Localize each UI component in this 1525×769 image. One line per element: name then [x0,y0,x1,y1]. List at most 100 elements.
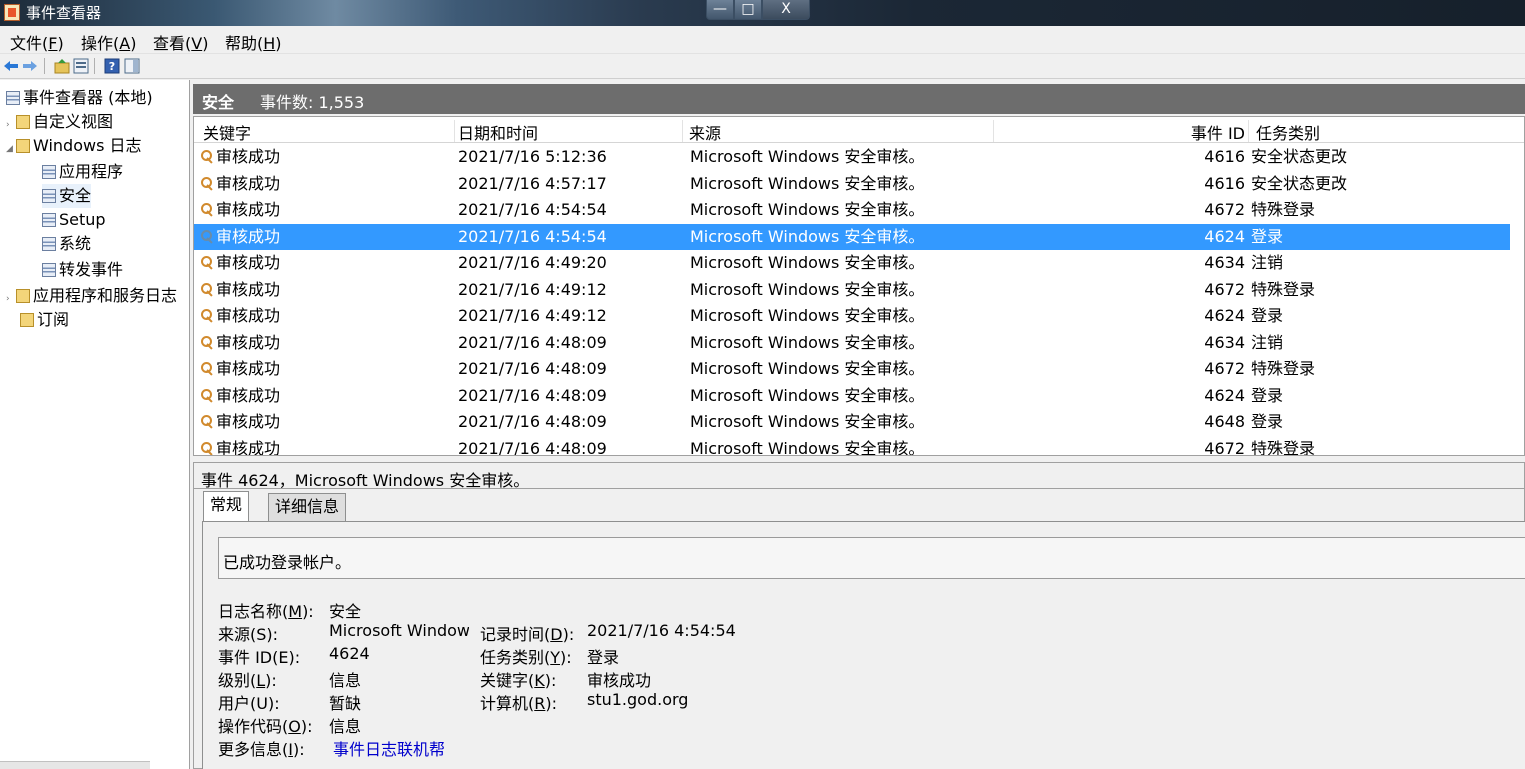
svg-text:?: ? [109,60,115,73]
source-cell: Microsoft Windows 安全审核。 [690,359,925,378]
tree-item-windows-logs[interactable]: ◢ Windows 日志 [6,134,142,158]
table-row[interactable]: 审核成功 2021/7/16 4:49:20 Microsoft Windows 安… [194,250,1510,277]
help-icon[interactable]: ? [104,58,120,74]
source-value: Microsoft Windows security auditing. [329,621,469,640]
keyword-cell: 审核成功 [201,197,280,223]
keyword-cell: 审核成功 [201,144,280,170]
folder-up-icon[interactable] [54,58,70,74]
table-row[interactable]: 审核成功 2021/7/16 4:48:09 Microsoft Windows 安… [194,409,1510,436]
table-row[interactable]: 审核成功 2021/7/16 5:12:36 Microsoft Windows 安… [194,144,1510,171]
table-row[interactable]: 审核成功 2021/7/16 4:49:12 Microsoft Windows 安… [194,303,1510,330]
tree-horizontal-scrollbar[interactable] [0,761,150,769]
table-row[interactable]: 审核成功 2021/7/16 4:48:09 Microsoft Windows 安… [194,330,1510,357]
computer-value: stu1.god.org [587,690,689,709]
table-row[interactable]: 审核成功 2021/7/16 4:49:12 Microsoft Windows 安… [194,277,1510,304]
minimize-button[interactable]: — [706,0,734,20]
datetime-cell: 2021/7/16 4:49:12 [458,279,607,299]
source-cell: Microsoft Windows 安全审核。 [690,173,925,193]
tab-general[interactable]: 常规 [203,491,250,522]
source-cell: Microsoft Windows 安全审核。 [690,279,925,299]
table-row[interactable]: 审核成功 2021/7/16 4:54:54 Microsoft Windows 安… [194,223,1510,250]
expand-arrow-icon[interactable]: › [6,287,16,311]
close-button[interactable]: X [762,0,810,20]
folder-icon [16,289,30,303]
event-viewer-icon [6,91,20,105]
keywords-value: 审核成功 [587,671,652,690]
datetime-cell: 2021/7/16 4:48:09 [458,412,607,431]
window-title: 事件查看器 [26,4,102,22]
event-id-cell: 4616 [1204,173,1245,193]
task-category-cell: 安全状态更改 [1251,173,1348,193]
record-time-value: 2021/7/16 4:54:54 [587,621,736,640]
collapse-arrow-icon[interactable]: ◢ [6,137,16,161]
table-row[interactable]: 审核成功 2021/7/16 4:57:17 Microsoft Windows 安… [194,171,1510,198]
task-category-value: 登录 [587,648,620,667]
tree-item-custom-views[interactable]: › 自定义视图 [6,110,113,134]
table-row[interactable]: 审核成功 2021/7/16 4:48:09 Microsoft Windows 安… [194,356,1510,383]
task-category-cell: 注销 [1251,332,1284,352]
tree-item-system[interactable]: 系统 [42,232,91,256]
event-viewer-icon [4,4,20,21]
tree-item-event-viewer-local[interactable]: 事件查看器 (本地) [6,86,153,110]
arrow-left-icon[interactable] [3,58,19,74]
keyword-cell: 审核成功 [201,330,280,356]
opcode-label: 操作代码(O): [218,717,313,736]
column-source[interactable]: 来源 [689,120,994,143]
tree-item-application[interactable]: 应用程序 [42,160,123,184]
table-row[interactable]: 审核成功 2021/7/16 4:54:54 Microsoft Windows 安… [194,197,1510,224]
event-id-cell: 4624 [1204,226,1245,246]
maximize-button[interactable]: □ [734,0,762,20]
record-time-label: 记录时间(D): [480,625,575,644]
tree-item-setup[interactable]: Setup [42,208,106,232]
audit-success-key-icon [201,150,214,163]
keyword-cell: 审核成功 [201,436,280,455]
source-cell: Microsoft Windows 安全审核。 [690,385,925,405]
table-row[interactable]: 审核成功 2021/7/16 4:48:09 Microsoft Windows 安… [194,436,1510,455]
pane-icon[interactable] [124,58,140,74]
level-value: 信息 [329,671,362,690]
navigation-tree: 事件查看器 (本地) › 自定义视图 ◢ Windows 日志 应用程序 安全 Se… [0,80,190,769]
menu-action[interactable]: 操作(A) [81,30,136,54]
menu-file[interactable]: 文件(F) [10,30,64,54]
online-help-link[interactable]: 事件日志联机帮 [333,736,445,760]
menu-help[interactable]: 帮助(H) [225,30,282,54]
menu-view[interactable]: 查看(V) [153,30,208,54]
subscription-icon [20,313,34,327]
task-category-cell: 注销 [1251,253,1284,272]
audit-success-key-icon [201,309,214,322]
tree-item-forwarded-events[interactable]: 转发事件 [42,258,123,282]
tree-item-subscriptions[interactable]: 订阅 [20,308,69,332]
event-id-label: 事件 ID(E): [218,648,301,667]
column-datetime[interactable]: 日期和时间 [458,120,683,143]
source-cell: Microsoft Windows 安全审核。 [690,253,925,272]
keyword-cell: 审核成功 [201,277,280,303]
audit-success-key-icon [201,282,214,296]
event-id-cell: 4616 [1204,147,1245,166]
tab-details[interactable]: 详细信息 [268,493,347,521]
folder-icon [16,115,30,129]
task-category-cell: 登录 [1251,306,1284,325]
event-description: 已成功登录帐户。 [223,553,352,572]
task-category-cell: 登录 [1251,412,1284,431]
arrow-right-icon[interactable] [22,58,38,74]
datetime-cell: 2021/7/16 4:48:09 [458,332,607,352]
datetime-cell: 2021/7/16 5:12:36 [458,147,607,166]
log-name-label: 日志名称(M): [218,602,314,621]
event-description-box[interactable]: 已成功登录帐户。 [218,537,1525,579]
tree-item-app-service-logs[interactable]: › 应用程序和服务日志 [6,284,177,308]
properties-icon[interactable] [73,58,89,74]
menu-bar: 文件(F) 操作(A) 查看(V) 帮助(H) [0,26,1525,54]
datetime-cell: 2021/7/16 4:49:12 [458,306,607,325]
table-row[interactable]: 审核成功 2021/7/16 4:48:09 Microsoft Windows 安… [194,383,1510,410]
column-event-id[interactable]: 事件 ID [1188,120,1249,143]
tree-item-security[interactable]: 安全 [42,184,92,208]
log-icon [42,263,56,277]
log-icon [42,213,56,227]
source-label: 来源(S): [218,625,279,644]
table-header: 关键字 日期和时间 来源 事件 ID 任务类别 [194,117,1524,143]
event-id-cell: 4634 [1204,253,1245,272]
column-task-category[interactable]: 任务类别 [1256,120,1524,143]
datetime-cell: 2021/7/16 4:48:09 [458,385,607,405]
column-keyword[interactable]: 关键字 [203,120,455,143]
general-tab-panel: 已成功登录帐户。 日志名称(M): 安全 来源(S): Microsoft Wi… [202,521,1525,769]
